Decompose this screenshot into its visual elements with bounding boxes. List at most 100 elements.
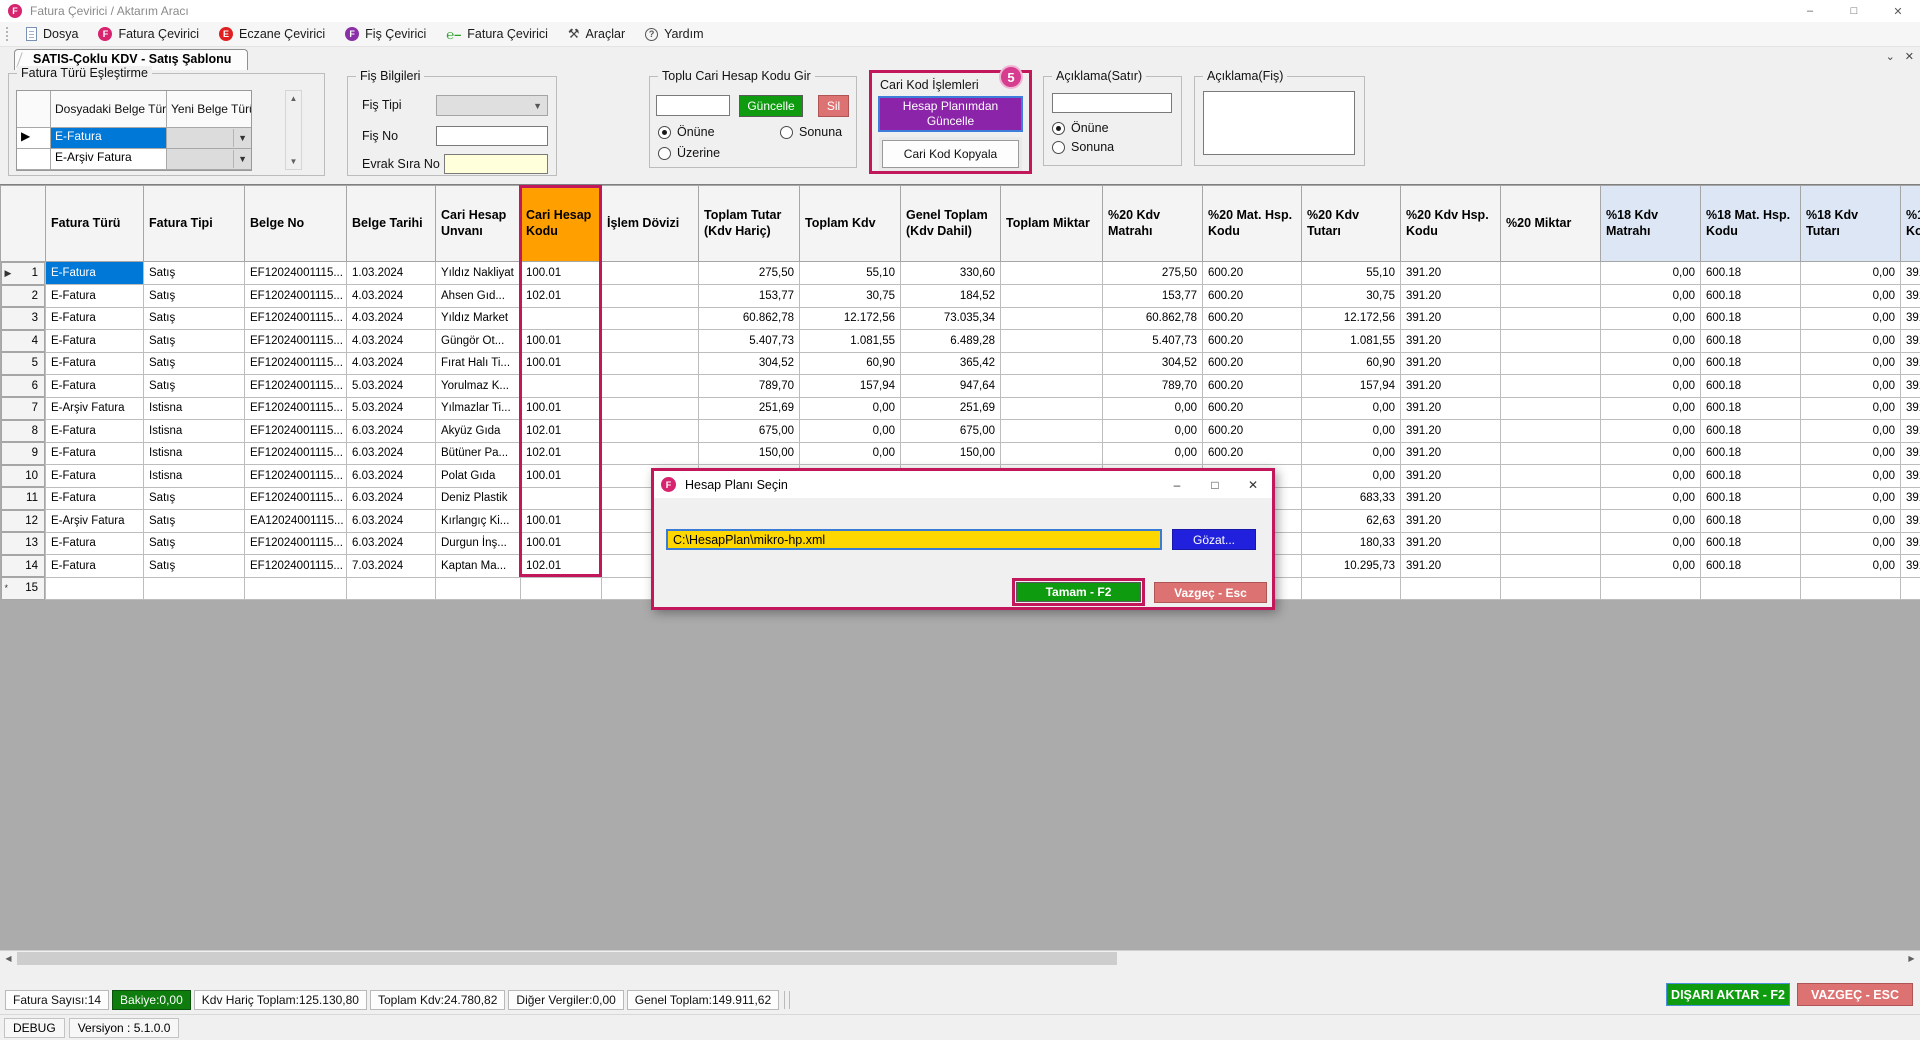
grid-cell[interactable]: Polat Gıda [436, 465, 521, 488]
grid-cell[interactable]: 600.20 [1203, 330, 1302, 353]
grid-cell[interactable]: 100.01 [521, 352, 602, 375]
grid-cell[interactable]: Bütüner Pa... [436, 442, 521, 465]
row-header[interactable]: 13 [1, 532, 46, 555]
grid-cell[interactable]: 10.295,73 [1302, 555, 1401, 578]
grid-cell[interactable]: 4.03.2024 [347, 352, 436, 375]
grid-cell[interactable]: 304,52 [1103, 352, 1203, 375]
grid-cell[interactable]: 391.20 [1401, 420, 1501, 443]
grid-cell[interactable]: 391.20 [1401, 285, 1501, 308]
grid-cell[interactable] [602, 352, 699, 375]
grid-cell[interactable]: E-Fatura [46, 307, 144, 330]
grid-cell[interactable]: 600.18 [1701, 330, 1801, 353]
grid-cell[interactable]: 600.20 [1203, 397, 1302, 420]
grid-cell[interactable] [436, 577, 521, 600]
grid-cell[interactable] [1501, 285, 1601, 308]
grid-cell[interactable]: 683,33 [1302, 487, 1401, 510]
grid-cell[interactable]: 0,00 [1601, 262, 1701, 285]
column-header[interactable]: Toplam Miktar [1001, 186, 1103, 262]
grid-cell[interactable]: 391.20 [1401, 510, 1501, 533]
grid-cell[interactable]: 391.18 [1901, 442, 1920, 465]
evrak-sira-no-input[interactable] [444, 154, 548, 174]
grid-cell[interactable]: Satış [144, 532, 245, 555]
grid-cell[interactable]: EF12024001115... [245, 352, 347, 375]
grid-cell[interactable]: 12.172,56 [800, 307, 901, 330]
grid-cell[interactable]: 12.172,56 [1302, 307, 1401, 330]
grid-cell[interactable]: 6.03.2024 [347, 487, 436, 510]
grid-cell[interactable]: 0,00 [1801, 532, 1901, 555]
grid-cell[interactable] [602, 397, 699, 420]
grid-cell[interactable]: 391.18 [1901, 285, 1920, 308]
grid-cell[interactable]: 0,00 [1103, 397, 1203, 420]
column-header[interactable]: Genel Toplam (Kdv Dahil) [901, 186, 1001, 262]
grid-cell[interactable]: 0,00 [1801, 330, 1901, 353]
grid-cell[interactable]: 6.489,28 [901, 330, 1001, 353]
grid-cell[interactable]: Satış [144, 262, 245, 285]
grid-cell[interactable]: EF12024001115... [245, 330, 347, 353]
row-header[interactable]: 7 [1, 397, 46, 420]
grid-cell[interactable]: 0,00 [1103, 442, 1203, 465]
grid-cell[interactable] [1001, 397, 1103, 420]
yeni-belge-turu-dropdown[interactable]: ▼ [167, 149, 251, 170]
grid-cell[interactable]: E-Fatura [46, 555, 144, 578]
grid-cell[interactable]: 600.18 [1701, 532, 1801, 555]
grid-cell[interactable]: Istisna [144, 465, 245, 488]
column-header[interactable]: %20 Kdv Hsp. Kodu [1401, 186, 1501, 262]
grid-cell[interactable]: 391.20 [1401, 465, 1501, 488]
grid-cell[interactable] [347, 577, 436, 600]
grid-cell[interactable]: Durgun İnş... [436, 532, 521, 555]
grid-cell[interactable]: 391.18 [1901, 397, 1920, 420]
grid-cell[interactable]: 153,77 [1103, 285, 1203, 308]
grid-cell[interactable]: 0,00 [1601, 420, 1701, 443]
grid-cell[interactable] [602, 262, 699, 285]
grid-cell[interactable]: 330,60 [901, 262, 1001, 285]
scroll-left-icon[interactable]: ◀ [0, 951, 17, 966]
grid-cell[interactable]: Ahsen Gıd... [436, 285, 521, 308]
grid-cell[interactable]: 6.03.2024 [347, 465, 436, 488]
grid-cell[interactable]: E-Fatura [46, 532, 144, 555]
grid-cell[interactable] [521, 307, 602, 330]
grid-cell[interactable]: 391.18 [1901, 262, 1920, 285]
grid-cell[interactable]: 0,00 [1601, 375, 1701, 398]
grid-cell[interactable] [1501, 262, 1601, 285]
dialog-minimize-button[interactable]: – [1158, 471, 1196, 498]
maximize-button[interactable]: □ [1832, 0, 1876, 22]
yeni-belge-turu-dropdown[interactable]: ▼ [167, 128, 251, 149]
grid-cell[interactable]: 391.18 [1901, 420, 1920, 443]
grid-cell[interactable]: 0,00 [1801, 487, 1901, 510]
grid-cell[interactable]: 0,00 [1801, 442, 1901, 465]
grid-cell[interactable]: 157,94 [1302, 375, 1401, 398]
grid-cell[interactable]: 391.18 [1901, 555, 1920, 578]
grid-cell[interactable] [602, 330, 699, 353]
grid-cell[interactable]: 391.18 [1901, 352, 1920, 375]
tab-close-icon[interactable]: ✕ [1905, 50, 1914, 63]
grid-cell[interactable]: 600.18 [1701, 510, 1801, 533]
grid-cell[interactable] [1001, 285, 1103, 308]
toplu-cari-kodu-input[interactable] [656, 95, 730, 116]
grid-cell[interactable] [521, 375, 602, 398]
grid-cell[interactable]: 600.18 [1701, 352, 1801, 375]
grid-cell[interactable]: 180,33 [1302, 532, 1401, 555]
mapping-grid-scrollbar[interactable]: ▲ ▼ [285, 90, 302, 170]
row-header[interactable]: *15 [1, 577, 46, 600]
radio-aciklama-onune[interactable]: Önüne [1052, 121, 1109, 135]
grid-cell[interactable] [1901, 577, 1920, 600]
grid-cell[interactable]: 0,00 [1302, 465, 1401, 488]
grid-cell[interactable]: 391.20 [1401, 487, 1501, 510]
grid-cell[interactable]: 600.18 [1701, 307, 1801, 330]
grid-cell[interactable]: 0,00 [1601, 555, 1701, 578]
grid-cell[interactable]: 1.03.2024 [347, 262, 436, 285]
grid-cell[interactable]: EF12024001115... [245, 375, 347, 398]
grid-cell[interactable]: 391.18 [1901, 330, 1920, 353]
grid-cell[interactable]: 0,00 [1801, 262, 1901, 285]
column-header[interactable]: %18 Mat. Hsp. Kodu [1701, 186, 1801, 262]
grid-cell[interactable]: Yıldız Market [436, 307, 521, 330]
grid-cell[interactable]: 73.035,34 [901, 307, 1001, 330]
grid-cell[interactable]: 391.20 [1401, 442, 1501, 465]
grid-cell[interactable]: 4.03.2024 [347, 285, 436, 308]
grid-cell[interactable]: 60.862,78 [699, 307, 800, 330]
column-header[interactable]: %20 Mat. Hsp. Kodu [1203, 186, 1302, 262]
grid-cell[interactable]: EF12024001115... [245, 307, 347, 330]
grid-cell[interactable]: EA12024001115... [245, 510, 347, 533]
row-header[interactable]: ▶1 [1, 262, 46, 285]
grid-cell[interactable] [602, 307, 699, 330]
